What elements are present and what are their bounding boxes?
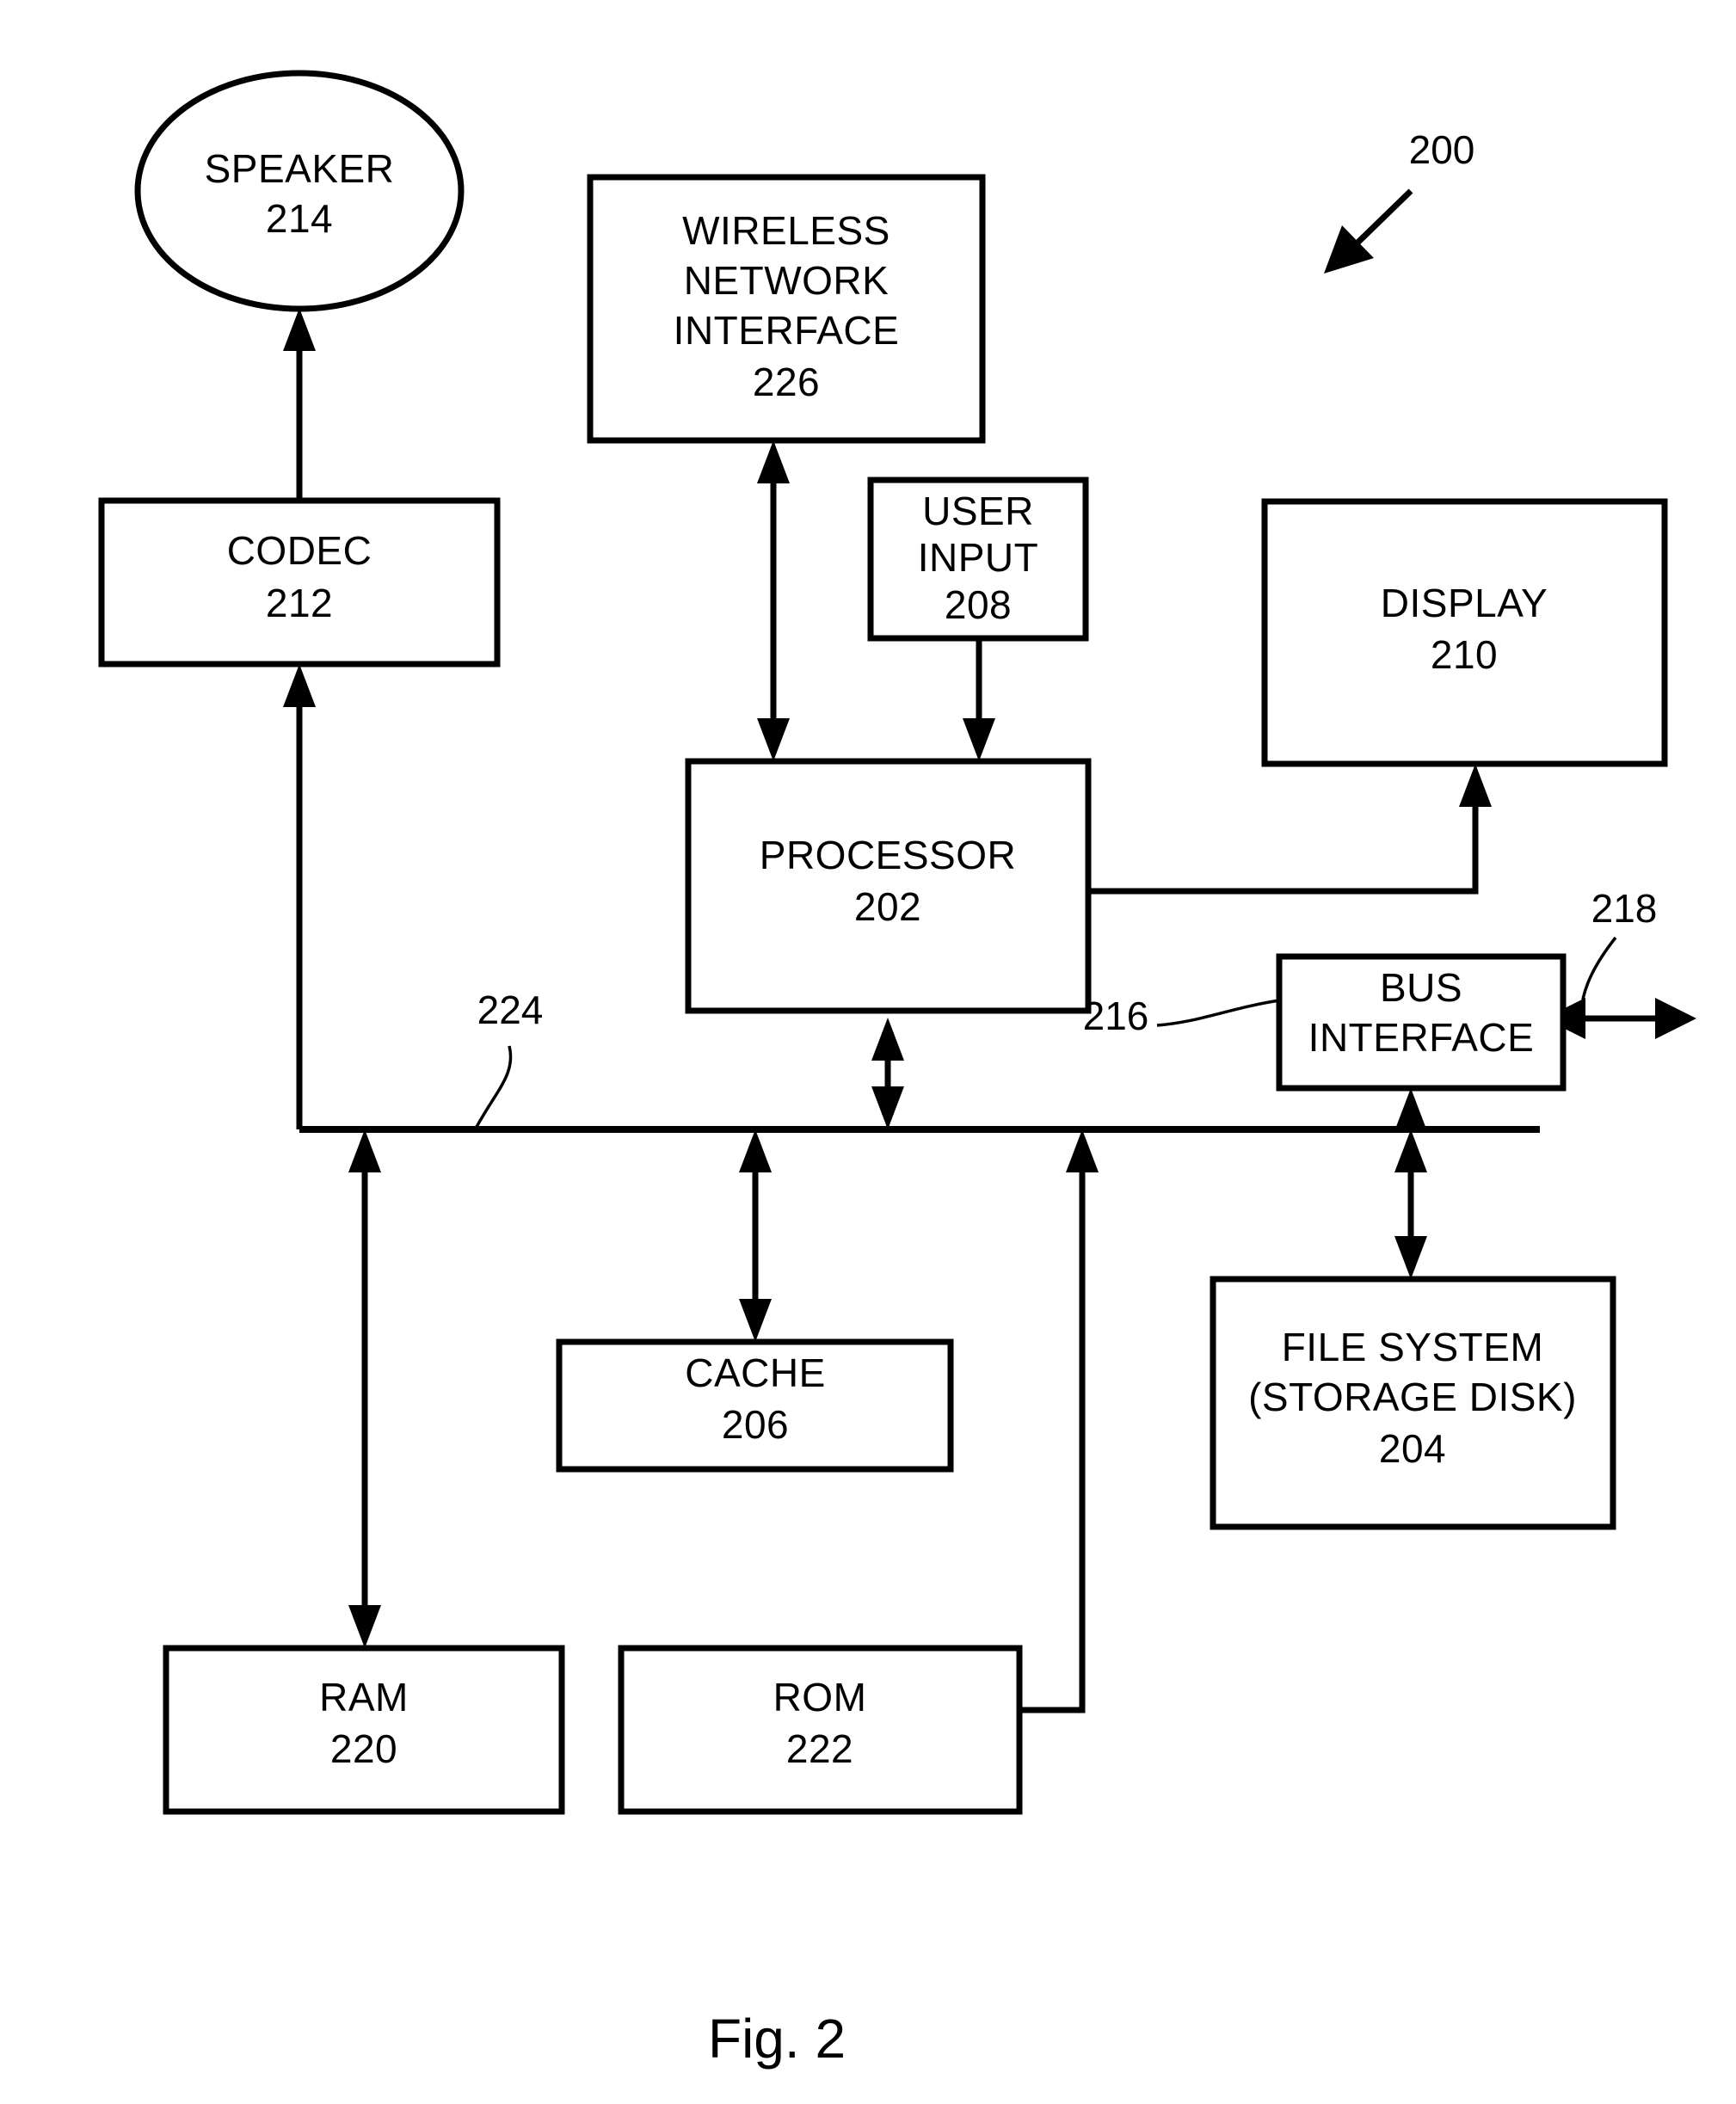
node-ram[interactable]: RAM 220 xyxy=(163,1645,565,1815)
cache-label-line1: CACHE xyxy=(685,1350,826,1395)
ram-label-ref: 220 xyxy=(330,1726,397,1771)
connector-rom-bus xyxy=(1019,1129,1099,1713)
wni-label-line2: NETWORK xyxy=(684,258,890,303)
node-display[interactable]: DISPLAY 210 xyxy=(1261,498,1668,767)
figure-caption-text: Fig. 2 xyxy=(708,2008,846,2070)
speaker-label-ref: 214 xyxy=(266,196,333,241)
reference-218: 218 xyxy=(1579,886,1658,1012)
rom-label-ref: 222 xyxy=(786,1726,853,1771)
codec-label-line1: CODEC xyxy=(227,528,372,573)
connector-bus-to-businterface xyxy=(1394,1088,1427,1131)
node-rom[interactable]: ROM 222 xyxy=(618,1645,1023,1815)
reference-200: 200 xyxy=(1324,127,1474,274)
connector-businterface-external xyxy=(1544,998,1696,1039)
connector-processor-bus xyxy=(871,1018,904,1129)
businterface-label-line2: INTERFACE xyxy=(1308,1015,1535,1060)
filesystem-label-ref: 204 xyxy=(1379,1426,1446,1471)
connector-bus-filesystem xyxy=(1394,1129,1427,1279)
patent-figure-2: SPEAKER 214 WIRELESS NETWORK INTERFACE 2… xyxy=(0,0,1736,2104)
node-cache[interactable]: CACHE 206 xyxy=(556,1338,954,1473)
filesystem-label-line1: FILE SYSTEM xyxy=(1282,1325,1544,1369)
userinput-label-ref: 208 xyxy=(945,582,1012,627)
userinput-label-line1: USER xyxy=(922,489,1034,533)
userinput-label-line2: INPUT xyxy=(918,535,1039,580)
codec-label-ref: 212 xyxy=(266,581,333,625)
display-label-ref: 210 xyxy=(1431,632,1498,677)
connector-processor-display xyxy=(1088,764,1492,895)
connector-bus-to-codec xyxy=(283,664,316,1129)
wni-label-line3: INTERFACE xyxy=(674,308,900,353)
ref-label-224: 224 xyxy=(477,987,544,1032)
node-file-system[interactable]: FILE SYSTEM (STORAGE DISK) 204 xyxy=(1210,1276,1616,1530)
node-wireless-network-interface[interactable]: WIRELESS NETWORK INTERFACE 226 xyxy=(587,174,986,444)
connector-userinput-processor xyxy=(963,638,995,761)
node-speaker[interactable]: SPEAKER 214 xyxy=(134,70,465,312)
ram-label-line1: RAM xyxy=(319,1675,409,1719)
rom-label-line1: ROM xyxy=(773,1675,867,1719)
filesystem-label-line2: (STORAGE DISK) xyxy=(1248,1375,1577,1419)
processor-label-line1: PROCESSOR xyxy=(760,833,1016,877)
node-bus-interface[interactable]: BUS INTERFACE xyxy=(1276,953,1567,1092)
speaker-label-line1: SPEAKER xyxy=(205,146,395,191)
wni-label-ref: 226 xyxy=(753,360,820,404)
ref-label-218: 218 xyxy=(1591,886,1658,931)
reference-224: 224 xyxy=(475,987,544,1128)
wni-label-line1: WIRELESS xyxy=(682,208,890,253)
figure-caption: Fig. 2 xyxy=(708,2008,846,2070)
block-diagram-svg: SPEAKER 214 WIRELESS NETWORK INTERFACE 2… xyxy=(98,70,1696,2070)
businterface-label-line1: BUS xyxy=(1380,965,1462,1010)
connector-wni-processor xyxy=(757,440,790,761)
display-label-line1: DISPLAY xyxy=(1381,581,1548,625)
ref-label-216: 216 xyxy=(1083,994,1149,1038)
node-codec[interactable]: CODEC 212 xyxy=(98,497,501,667)
node-processor[interactable]: PROCESSOR 202 xyxy=(685,758,1092,1014)
processor-label-ref: 202 xyxy=(854,884,921,929)
connector-codec-to-speaker xyxy=(283,308,316,501)
cache-label-ref: 206 xyxy=(722,1402,789,1447)
connector-bus-ram xyxy=(348,1129,381,1648)
reference-216: 216 xyxy=(1083,994,1280,1038)
node-user-input[interactable]: USER INPUT 208 xyxy=(867,477,1089,642)
connector-bus-cache xyxy=(739,1129,772,1342)
ref-label-200: 200 xyxy=(1409,127,1475,172)
